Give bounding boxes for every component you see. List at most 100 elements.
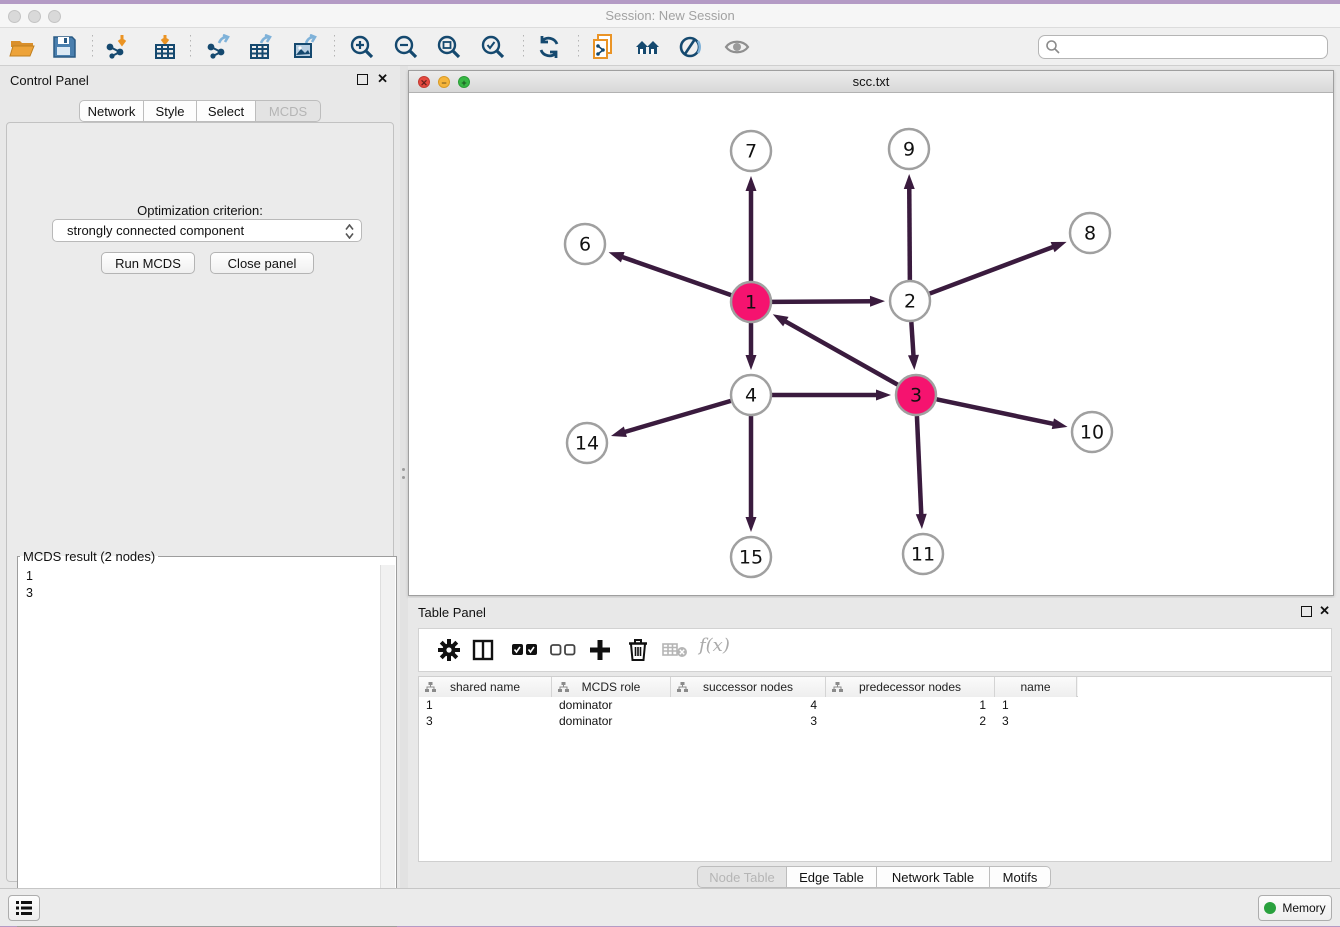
float-panel-icon[interactable] — [357, 74, 368, 85]
network-canvas[interactable]: 7968124314101511 — [409, 93, 1333, 595]
optimization-criterion-label: Optimization criterion: — [7, 203, 393, 218]
close-panel-button[interactable]: Close panel — [210, 252, 314, 274]
tab-network-table[interactable]: Network Table — [877, 866, 990, 888]
column-header-shared-name[interactable]: shared name — [419, 677, 552, 697]
edge-2-3[interactable] — [911, 322, 913, 359]
result-scrollbar[interactable] — [380, 565, 395, 925]
tab-network[interactable]: Network — [79, 100, 144, 122]
edge-4-14[interactable] — [622, 401, 731, 433]
edge-3-11[interactable] — [917, 416, 921, 518]
table-tabs: Node TableEdge TableNetwork TableMotifs — [697, 866, 1051, 888]
app-window: Session: New Session — [0, 4, 1340, 926]
main-toolbar — [0, 28, 1340, 66]
style-visibility-icon[interactable] — [678, 34, 704, 60]
open-session-icon[interactable] — [9, 34, 35, 60]
task-history-button[interactable] — [8, 895, 40, 921]
criterion-dropdown[interactable]: strongly connected component — [52, 219, 362, 242]
zoom-selected-icon[interactable] — [480, 34, 506, 60]
search-input[interactable] — [1038, 35, 1328, 59]
edge-arrowhead — [916, 514, 927, 529]
tab-select[interactable]: Select — [197, 100, 256, 122]
clone-network-icon[interactable] — [591, 34, 617, 60]
deselect-all-icon[interactable] — [550, 644, 576, 659]
edge-1-2[interactable] — [772, 301, 874, 302]
save-session-icon[interactable] — [51, 34, 77, 60]
cell-successor-nodes[interactable]: 4 — [671, 697, 826, 713]
delete-trash-icon[interactable] — [626, 637, 650, 666]
toolbar-separator — [190, 35, 191, 59]
float-table-panel-icon[interactable] — [1301, 606, 1312, 617]
zoom-out-icon[interactable] — [393, 34, 419, 60]
control-panel-header: Control Panel ✕ — [0, 66, 400, 94]
run-mcds-button[interactable]: Run MCDS — [101, 252, 195, 274]
edge-arrowhead — [870, 296, 885, 307]
cell-MCDS-role[interactable]: dominator — [552, 713, 671, 729]
cell-shared-name[interactable]: 1 — [419, 697, 552, 713]
mcds-result-text: 1 3 — [20, 566, 380, 924]
close-panel-icon[interactable]: ✕ — [377, 71, 388, 87]
export-table-icon[interactable] — [248, 34, 274, 60]
toolbar-separator — [523, 35, 524, 59]
add-column-icon[interactable] — [587, 637, 613, 666]
mcds-result-box: MCDS result (2 nodes) 1 3 — [17, 549, 397, 927]
show-columns-icon[interactable] — [472, 639, 494, 664]
graph-node-label-10: 10 — [1080, 422, 1104, 444]
column-header-label: MCDS role — [582, 680, 641, 694]
graph-node-label-6: 6 — [579, 234, 591, 256]
cell-predecessor-nodes[interactable]: 2 — [826, 713, 995, 729]
node-table: shared name MCDS role successor nodesprede… — [418, 676, 1332, 862]
graph-node-label-4: 4 — [745, 385, 757, 407]
control-panel: Control Panel ✕ NetworkStyleSelectMCDS O… — [0, 66, 400, 892]
edge-2-8[interactable] — [930, 246, 1057, 294]
column-header-name[interactable]: name — [995, 677, 1077, 697]
select-all-icon[interactable] — [512, 644, 538, 659]
cell-predecessor-nodes[interactable]: 1 — [826, 697, 995, 713]
vertical-splitter[interactable] — [400, 66, 408, 892]
graph-node-label-11: 11 — [911, 544, 935, 566]
window-title: Session: New Session — [0, 8, 1340, 23]
edge-2-9[interactable] — [909, 185, 910, 280]
column-header-MCDS-role[interactable]: MCDS role — [552, 677, 671, 697]
cell-successor-nodes[interactable]: 3 — [671, 713, 826, 729]
edge-arrowhead — [611, 426, 627, 437]
eye-icon[interactable] — [724, 34, 750, 60]
graph-node-label-2: 2 — [904, 291, 916, 313]
home-icon[interactable] — [635, 34, 661, 60]
tab-mcds[interactable]: MCDS — [256, 100, 321, 122]
table-toolbar: f(x) — [418, 628, 1332, 672]
zoom-in-icon[interactable] — [349, 34, 375, 60]
dropdown-stepper-icon — [345, 224, 354, 242]
export-image-icon[interactable] — [292, 34, 318, 60]
close-table-panel-icon[interactable]: ✕ — [1319, 603, 1330, 619]
edge-1-6[interactable] — [619, 256, 731, 295]
memory-button[interactable]: Memory — [1258, 895, 1332, 921]
column-header-predecessor-nodes[interactable]: predecessor nodes — [826, 677, 995, 697]
cell-name[interactable]: 1 — [995, 697, 1077, 713]
tab-node-table[interactable]: Node Table — [697, 866, 787, 888]
tab-style[interactable]: Style — [144, 100, 197, 122]
export-network-icon[interactable] — [205, 34, 231, 60]
edge-3-10[interactable] — [937, 399, 1057, 424]
edge-arrowhead — [746, 176, 757, 191]
column-header-successor-nodes[interactable]: successor nodes — [671, 677, 826, 697]
edge-arrowhead — [904, 174, 915, 189]
toolbar-separator — [578, 35, 579, 59]
edge-arrowhead — [1052, 418, 1068, 429]
cell-name[interactable]: 3 — [995, 713, 1077, 729]
table-row[interactable]: 1dominator411 — [419, 697, 1331, 713]
cell-shared-name[interactable]: 3 — [419, 713, 552, 729]
import-table-icon[interactable] — [152, 34, 178, 60]
table-settings-gear-icon[interactable] — [437, 638, 461, 665]
network-window-titlebar[interactable]: ✕ − + scc.txt — [409, 71, 1333, 93]
cell-MCDS-role[interactable]: dominator — [552, 697, 671, 713]
network-window-title: scc.txt — [409, 74, 1333, 89]
tab-edge-table[interactable]: Edge Table — [787, 866, 877, 888]
zoom-fit-icon[interactable] — [436, 34, 462, 60]
tab-motifs[interactable]: Motifs — [990, 866, 1051, 888]
toolbar-separator — [334, 35, 335, 59]
import-network-icon[interactable] — [104, 34, 130, 60]
edge-3-1[interactable] — [782, 320, 897, 385]
search-box — [1038, 35, 1328, 59]
table-row[interactable]: 3dominator323 — [419, 713, 1331, 729]
refresh-layout-icon[interactable] — [536, 34, 562, 60]
